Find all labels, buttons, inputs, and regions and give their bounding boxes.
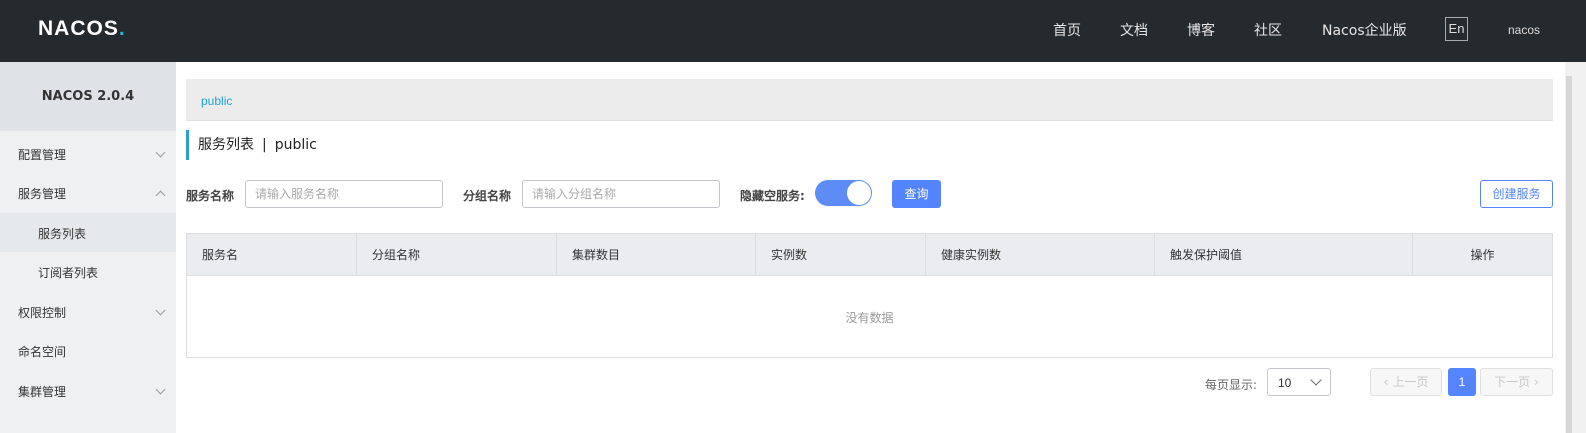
column-header: 分组名称 [357, 234, 557, 276]
chevron-down-icon [1310, 374, 1322, 386]
logo-text: NACOS [38, 17, 119, 40]
service-name-input[interactable] [245, 180, 443, 208]
sidebar-item-subscriber-list[interactable]: 订阅者列表 [0, 252, 176, 291]
scrollbar-thumb[interactable] [1566, 76, 1572, 433]
namespace-bar: public [186, 79, 1553, 121]
page-number-current[interactable]: 1 [1448, 368, 1476, 396]
sidebar-item-label: 配置管理 [18, 148, 67, 162]
next-page-label: 下一页 [1494, 375, 1531, 389]
sidebar-item-label: 权限控制 [18, 306, 67, 320]
create-service-button[interactable]: 创建服务 [1480, 180, 1553, 208]
column-header: 健康实例数 [926, 234, 1155, 276]
sidebar-item-label: 服务管理 [18, 187, 67, 201]
top-navbar: NACOS. 首页 文档 博客 社区 Nacos企业版 En nacos [0, 0, 1586, 62]
nav-docs[interactable]: 文档 [1120, 20, 1148, 40]
sidebar-item-label: 集群管理 [18, 385, 67, 399]
nav-blog[interactable]: 博客 [1187, 20, 1215, 40]
chevron-right-icon: › [1534, 375, 1539, 389]
sidebar-item-cluster-management[interactable]: 集群管理 [0, 371, 176, 410]
sidebar-item-config-management[interactable]: 配置管理 [0, 134, 176, 173]
chevron-down-icon [155, 147, 166, 158]
table-header: 服务名 分组名称 集群数目 实例数 健康实例数 触发保护阈值 操作 [187, 234, 1552, 276]
sidebar: NACOS 2.0.4 配置管理 服务管理 服务列表 订阅者列表 权限控制 命名… [0, 62, 176, 433]
page-size-select[interactable]: 10 [1267, 368, 1331, 396]
group-name-label: 分组名称 [463, 189, 512, 203]
group-name-input[interactable] [522, 180, 720, 208]
user-menu[interactable]: nacos [1508, 23, 1540, 37]
language-switch-button[interactable]: En [1445, 17, 1468, 41]
chevron-up-icon [155, 190, 166, 201]
next-page-button[interactable]: 下一页 › [1480, 368, 1553, 396]
logo-dot: . [118, 17, 126, 40]
chevron-down-icon [155, 384, 166, 395]
service-table: 服务名 分组名称 集群数目 实例数 健康实例数 触发保护阈值 操作 没有数据 [186, 233, 1553, 358]
sidebar-item-label: 服务列表 [38, 227, 87, 241]
page-scrollbar[interactable] [1565, 62, 1586, 433]
nav-home[interactable]: 首页 [1053, 20, 1081, 40]
namespace-link-public[interactable]: public [201, 94, 232, 108]
sidebar-item-label: 命名空间 [18, 345, 67, 359]
column-header: 触发保护阈值 [1155, 234, 1413, 276]
column-header: 服务名 [187, 234, 357, 276]
sidebar-item-label: 订阅者列表 [38, 266, 99, 280]
sidebar-item-service-list[interactable]: 服务列表 [0, 213, 176, 252]
page-title-text: 服务列表 [198, 137, 254, 153]
version-title: NACOS 2.0.4 [41, 89, 135, 104]
query-button[interactable]: 查询 [892, 180, 941, 208]
nacos-logo[interactable]: NACOS. [38, 17, 126, 41]
hide-empty-toggle[interactable] [815, 180, 872, 206]
chevron-down-icon [155, 305, 166, 316]
title-separator: | [262, 137, 267, 153]
service-name-label: 服务名称 [186, 189, 235, 203]
sidebar-header: NACOS 2.0.4 [0, 62, 176, 131]
toggle-knob [847, 181, 871, 205]
sidebar-item-namespace[interactable]: 命名空间 [0, 331, 176, 370]
column-header: 实例数 [756, 234, 926, 276]
page-size-value: 10 [1278, 376, 1292, 390]
sidebar-item-access-control[interactable]: 权限控制 [0, 292, 176, 331]
prev-page-label: 上一页 [1392, 375, 1429, 389]
page-size-label: 每页显示: [1205, 378, 1258, 392]
column-header: 集群数目 [557, 234, 756, 276]
nav-community[interactable]: 社区 [1254, 20, 1282, 40]
chevron-left-icon: ‹ [1383, 375, 1389, 389]
page-title: 服务列表 | public [186, 130, 317, 160]
page-title-namespace: public [274, 137, 317, 153]
nav-enterprise[interactable]: Nacos企业版 [1322, 20, 1407, 40]
sidebar-item-service-management[interactable]: 服务管理 [0, 173, 176, 212]
empty-state: 没有数据 [845, 311, 894, 325]
prev-page-button[interactable]: ‹ 上一页 [1370, 368, 1442, 396]
hide-empty-label: 隐藏空服务: [740, 189, 805, 203]
column-header: 操作 [1470, 248, 1495, 262]
